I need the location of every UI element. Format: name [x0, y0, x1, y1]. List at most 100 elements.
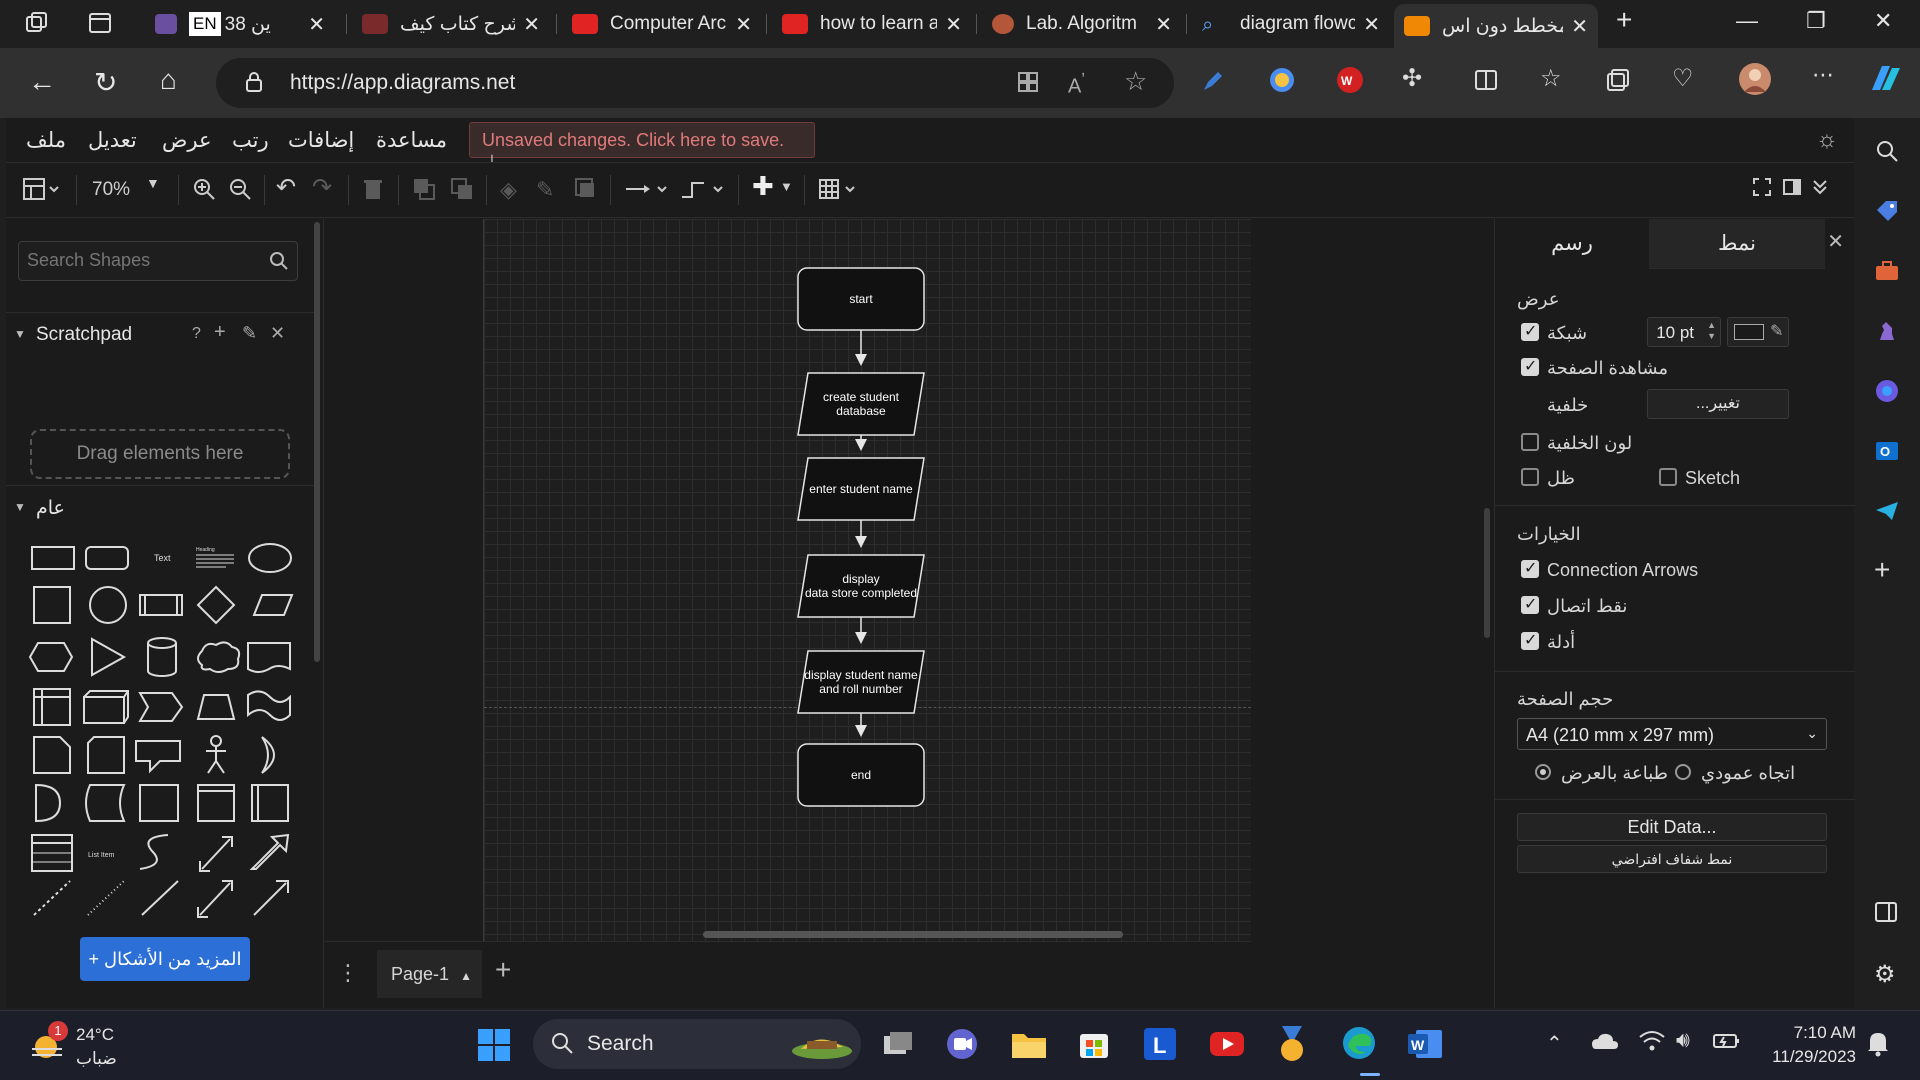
trapezoid-shape[interactable] — [196, 694, 236, 720]
page-tab[interactable]: Page-1 ▲ — [377, 950, 482, 998]
zoom-dropdown-icon[interactable]: ▼ — [146, 175, 160, 191]
guides-checkbox[interactable] — [1521, 630, 1539, 650]
minimize-window-icon[interactable]: — — [1736, 8, 1758, 34]
add-icon[interactable]: + — [214, 321, 226, 344]
menu-extras[interactable]: إضافات — [288, 128, 354, 153]
games-chess-icon[interactable] — [1874, 318, 1900, 349]
menu-help[interactable]: مساعدة — [376, 128, 447, 153]
landscape-radio[interactable] — [1535, 764, 1551, 780]
scratchpad-drop-zone[interactable]: Drag elements here — [30, 429, 290, 479]
menu-arrange[interactable]: رتب — [232, 128, 269, 153]
fullscreen-icon[interactable] — [1752, 177, 1772, 203]
close-tab-icon[interactable]: ✕ — [1571, 14, 1588, 39]
to-back-icon[interactable] — [450, 177, 474, 207]
collapse-arrow-icon[interactable]: ▼ — [14, 500, 26, 514]
callout-shape[interactable] — [135, 740, 181, 774]
line-color-icon[interactable]: ✎ — [536, 177, 554, 203]
new-tab-icon[interactable]: + — [1616, 4, 1632, 36]
telegram-send-icon[interactable] — [1874, 498, 1900, 529]
zoom-in-icon[interactable] — [192, 177, 216, 207]
close-panel-icon[interactable]: ✕ — [1827, 229, 1844, 254]
taskbar-search-box[interactable]: Search — [533, 1019, 861, 1069]
more-shapes-button[interactable]: + المزيد من الأشكال — [80, 937, 250, 981]
split-screen-icon[interactable] — [1474, 68, 1498, 97]
pages-menu-icon[interactable]: ⋮ — [337, 960, 359, 986]
line-shape[interactable] — [141, 880, 179, 916]
edge-browser-icon[interactable] — [1340, 1024, 1378, 1067]
close-window-icon[interactable]: ✕ — [1874, 8, 1892, 34]
tools-briefcase-icon[interactable] — [1874, 258, 1900, 289]
panel-scrollbar[interactable] — [314, 222, 320, 662]
parallelogram-shape[interactable] — [252, 594, 294, 616]
close-tab-icon[interactable]: ✕ — [308, 12, 325, 37]
address-bar[interactable]: https://app.diagrams.net Aʼ ☆ — [216, 58, 1174, 108]
more-menu-icon[interactable]: ⋯ — [1812, 62, 1834, 88]
grid-size-input[interactable]: 10 pt ▲ ▼ — [1647, 317, 1721, 347]
browser-tab-active[interactable]: مخطط دون اس ✕ — [1394, 4, 1598, 48]
battery-charging-icon[interactable] — [1712, 1029, 1742, 1058]
grid-checkbox[interactable] — [1521, 321, 1539, 341]
grid-color-picker[interactable]: ✎ — [1727, 317, 1789, 347]
diagram-canvas[interactable]: start create student database enter stud… — [325, 219, 1251, 941]
microsoft-store-icon[interactable] — [1076, 1026, 1112, 1067]
curve-shape[interactable] — [139, 834, 169, 870]
favorites-icon[interactable]: ☆ — [1540, 64, 1562, 93]
container-shape[interactable] — [139, 784, 179, 822]
close-tab-icon[interactable]: ✕ — [945, 12, 962, 37]
back-icon[interactable]: ← — [28, 66, 56, 98]
home-icon[interactable]: ⌂ — [160, 64, 177, 96]
settings-gear-icon[interactable]: ⚙ — [1874, 960, 1896, 989]
file-explorer-icon[interactable] — [1010, 1026, 1048, 1067]
restore-window-icon[interactable]: ❐ — [1806, 8, 1826, 34]
process-shape[interactable] — [139, 594, 183, 616]
bidirectional-connector-shape[interactable] — [197, 880, 233, 918]
copilot-icon[interactable] — [1868, 62, 1904, 101]
close-tab-icon[interactable]: ✕ — [523, 12, 540, 37]
shape-library-grid[interactable]: Text Heading List Item — [16, 535, 316, 935]
page-size-select[interactable]: A4 (210 mm x 297 mm) ⌄ — [1517, 718, 1827, 750]
cube-shape[interactable] — [83, 690, 129, 724]
hexagon-shape[interactable] — [28, 642, 74, 672]
menu-view[interactable]: عرض — [162, 128, 212, 153]
app-available-icon[interactable] — [1016, 70, 1040, 99]
collections-icon[interactable] — [1606, 68, 1630, 97]
tab-style[interactable]: نمط — [1649, 219, 1825, 269]
rectangle-shape[interactable] — [31, 546, 75, 570]
edit-data-button[interactable]: Edit Data... — [1517, 813, 1827, 841]
background-color-checkbox[interactable] — [1521, 433, 1539, 451]
circle-shape[interactable] — [89, 586, 127, 624]
fill-color-icon[interactable]: ◈ — [500, 177, 517, 203]
toggle-panels-icon[interactable] — [1782, 177, 1802, 203]
search-icon[interactable] — [1874, 138, 1900, 169]
bidirectional-arrow-shape[interactable] — [199, 836, 233, 872]
collapse-arrow-icon[interactable]: ▼ — [14, 327, 26, 341]
or-shape[interactable] — [261, 736, 275, 774]
horizontal-scrollbar[interactable] — [703, 931, 1123, 938]
directional-connector-shape[interactable] — [253, 880, 289, 916]
search-icon[interactable] — [269, 251, 289, 276]
display-name-node-label[interactable]: display student name and roll number — [788, 651, 934, 713]
close-tab-icon[interactable]: ✕ — [735, 12, 752, 37]
format-panel-toggle-icon[interactable] — [22, 177, 62, 207]
eyedropper-icon[interactable]: ✎ — [1770, 321, 1783, 341]
default-style-button[interactable]: نمط شفاف افتراضي — [1517, 845, 1827, 873]
diagram-page[interactable]: start create student database enter stud… — [483, 219, 1251, 941]
stepper-arrows-icon[interactable]: ▲ ▼ — [1707, 320, 1716, 342]
cloud-shape[interactable] — [197, 641, 241, 673]
page-menu-chevron-icon[interactable]: ▲ — [460, 969, 472, 983]
browser-essentials-icon[interactable]: ♡ — [1672, 64, 1694, 93]
close-icon[interactable]: ✕ — [270, 323, 285, 344]
arrow-shape[interactable] — [249, 833, 290, 870]
start-node-label[interactable]: start — [798, 268, 924, 330]
help-icon[interactable]: ? — [192, 325, 201, 343]
scratchpad-header[interactable]: ▼ Scratchpad ? + ✎ ✕ — [6, 312, 318, 356]
volume-icon[interactable]: 🔊︎ — [1676, 1027, 1690, 1053]
task-view-icon[interactable] — [880, 1026, 916, 1067]
dashed-line-shape[interactable] — [33, 880, 71, 916]
ellipse-shape[interactable] — [248, 543, 292, 573]
medal-app-icon[interactable] — [1274, 1024, 1310, 1069]
internal-storage-shape[interactable] — [33, 688, 71, 726]
frame-shape[interactable] — [251, 784, 289, 822]
tape-shape[interactable] — [247, 690, 291, 721]
text-shape[interactable]: Text — [154, 553, 171, 563]
